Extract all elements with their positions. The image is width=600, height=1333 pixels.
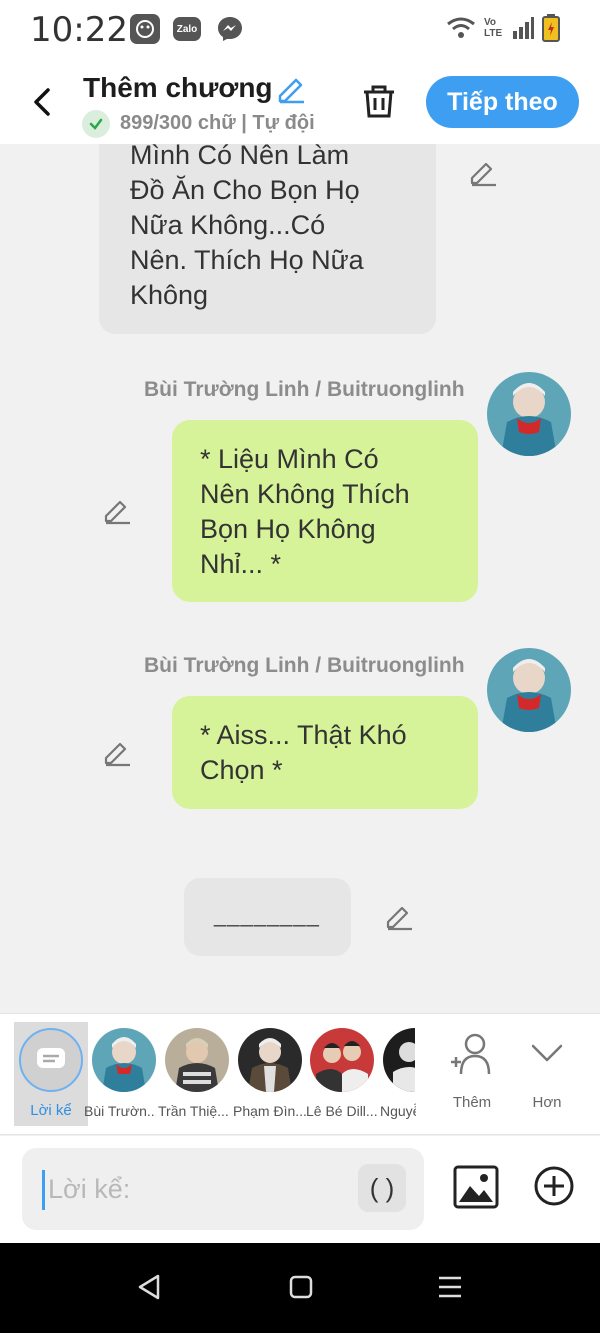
character-avatar[interactable]	[310, 1028, 374, 1092]
check-icon	[82, 110, 110, 138]
volte-icon: Vo LTE	[484, 17, 503, 39]
message-line: Nên Không Thích	[200, 479, 410, 509]
pencil-icon	[104, 500, 130, 525]
chevron-down-icon	[531, 1044, 563, 1062]
pencil-icon	[278, 78, 304, 104]
next-button[interactable]: Tiếp theo	[426, 76, 579, 128]
triangle-back-icon	[138, 1274, 160, 1300]
zalo-icon: Zalo	[173, 17, 201, 41]
add-content-button[interactable]	[532, 1164, 576, 1213]
edit-message-button[interactable]	[468, 158, 498, 193]
divider-text: ________	[214, 902, 320, 927]
character-name: Nguyễ...	[380, 1103, 416, 1119]
nav-back-button[interactable]	[136, 1273, 162, 1306]
insert-image-button[interactable]	[452, 1164, 500, 1215]
edit-message-button[interactable]	[102, 496, 132, 531]
narrator-icon	[19, 1028, 83, 1092]
message-bubble-divider[interactable]: ________	[184, 878, 351, 956]
input-row: Lời kể: ( )	[0, 1136, 600, 1243]
message-line: * Liệu Mình Có	[200, 444, 379, 474]
edit-message-button[interactable]	[102, 738, 132, 773]
more-button[interactable]	[512, 1040, 582, 1069]
status-bar: 10:22 Zalo Vo LTE	[0, 0, 600, 62]
back-button[interactable]	[26, 82, 60, 122]
character-name: Phạm Đìn...	[233, 1103, 307, 1119]
delete-button[interactable]	[360, 82, 398, 125]
add-person-icon	[451, 1033, 491, 1075]
nav-recents-button[interactable]	[436, 1273, 464, 1306]
avatar[interactable]	[487, 648, 571, 732]
message-line: Đồ Ăn Cho Bọn Họ	[130, 175, 360, 205]
battery-icon	[542, 14, 560, 42]
signal-icon	[513, 17, 534, 39]
pencil-icon	[470, 162, 496, 187]
app-header: Thêm chương 899/300 chữ | Tự đội Tiếp th…	[0, 62, 600, 144]
message-line: * Aiss... Thật Khó	[200, 720, 407, 750]
word-count-status: 899/300 chữ | Tự đội	[120, 112, 315, 134]
character-avatar[interactable]	[92, 1028, 156, 1092]
status-time: 10:22	[30, 10, 128, 50]
message-line: Chọn *	[200, 755, 283, 785]
sender-name: Bùi Trường Linh / Buitruonglinh	[144, 654, 465, 677]
character-name: Bùi Trườn...	[84, 1103, 156, 1119]
character-name: Trần Thiệ...	[158, 1103, 229, 1119]
avatar[interactable]	[487, 372, 571, 456]
message-input[interactable]: Lời kể: ( )	[22, 1148, 424, 1230]
character-avatar[interactable]	[165, 1028, 229, 1092]
input-placeholder: Lời kể:	[48, 1174, 131, 1204]
sender-name: Bùi Trường Linh / Buitruonglinh	[144, 378, 465, 401]
trash-icon	[364, 85, 394, 118]
system-nav-bar	[0, 1243, 600, 1333]
pencil-icon	[104, 742, 130, 767]
parenthesis-button[interactable]: ( )	[358, 1164, 406, 1212]
message-line: Mình Có Nên Làm	[130, 144, 350, 170]
menu-icon	[439, 1276, 461, 1298]
narrator-label: Lời kể	[30, 1102, 72, 1119]
page-title: Thêm chương	[83, 72, 273, 103]
message-line: Nữa Không...Có	[130, 210, 326, 240]
square-home-icon	[289, 1275, 313, 1299]
notification-app-icon	[130, 14, 160, 44]
message-bubble-narration[interactable]: Mình Có Nên Làm Đồ Ăn Cho Bọn Họ Nữa Khô…	[99, 144, 436, 334]
message-line: Nên. Thích Họ Nữa	[130, 245, 364, 275]
plus-circle-icon	[534, 1166, 574, 1206]
message-bubble[interactable]: * Aiss... Thật Khó Chọn *	[172, 696, 478, 809]
chevron-left-icon	[34, 88, 50, 116]
character-name: Lê Bé Dill...	[306, 1103, 378, 1119]
add-character-button[interactable]	[437, 1032, 507, 1081]
character-avatar[interactable]	[238, 1028, 302, 1092]
chat-area[interactable]: Mình Có Nên Làm Đồ Ăn Cho Bọn Họ Nữa Khô…	[0, 144, 600, 1013]
image-icon	[453, 1165, 499, 1209]
edit-title-button[interactable]	[276, 74, 306, 109]
message-bubble[interactable]: * Liệu Mình Có Nên Không Thích Bọn Họ Kh…	[172, 420, 478, 602]
message-line: Bọn Họ Không	[200, 514, 376, 544]
more-label: Hơn	[532, 1094, 562, 1111]
edit-message-button[interactable]	[384, 902, 414, 937]
character-selector: Lời kể Bùi Trườn... Trần Thiệ... Phạm Đì…	[0, 1013, 600, 1135]
nav-home-button[interactable]	[288, 1273, 314, 1306]
narrator-option[interactable]: Lời kể	[14, 1022, 88, 1126]
messenger-icon	[215, 14, 245, 44]
message-line: Nhỉ... *	[200, 549, 282, 579]
add-character-label: Thêm	[452, 1094, 492, 1111]
message-line: Không	[130, 280, 209, 310]
pencil-icon	[386, 906, 412, 931]
character-avatar[interactable]	[383, 1028, 415, 1092]
text-caret	[42, 1170, 45, 1210]
wifi-icon	[447, 17, 475, 38]
